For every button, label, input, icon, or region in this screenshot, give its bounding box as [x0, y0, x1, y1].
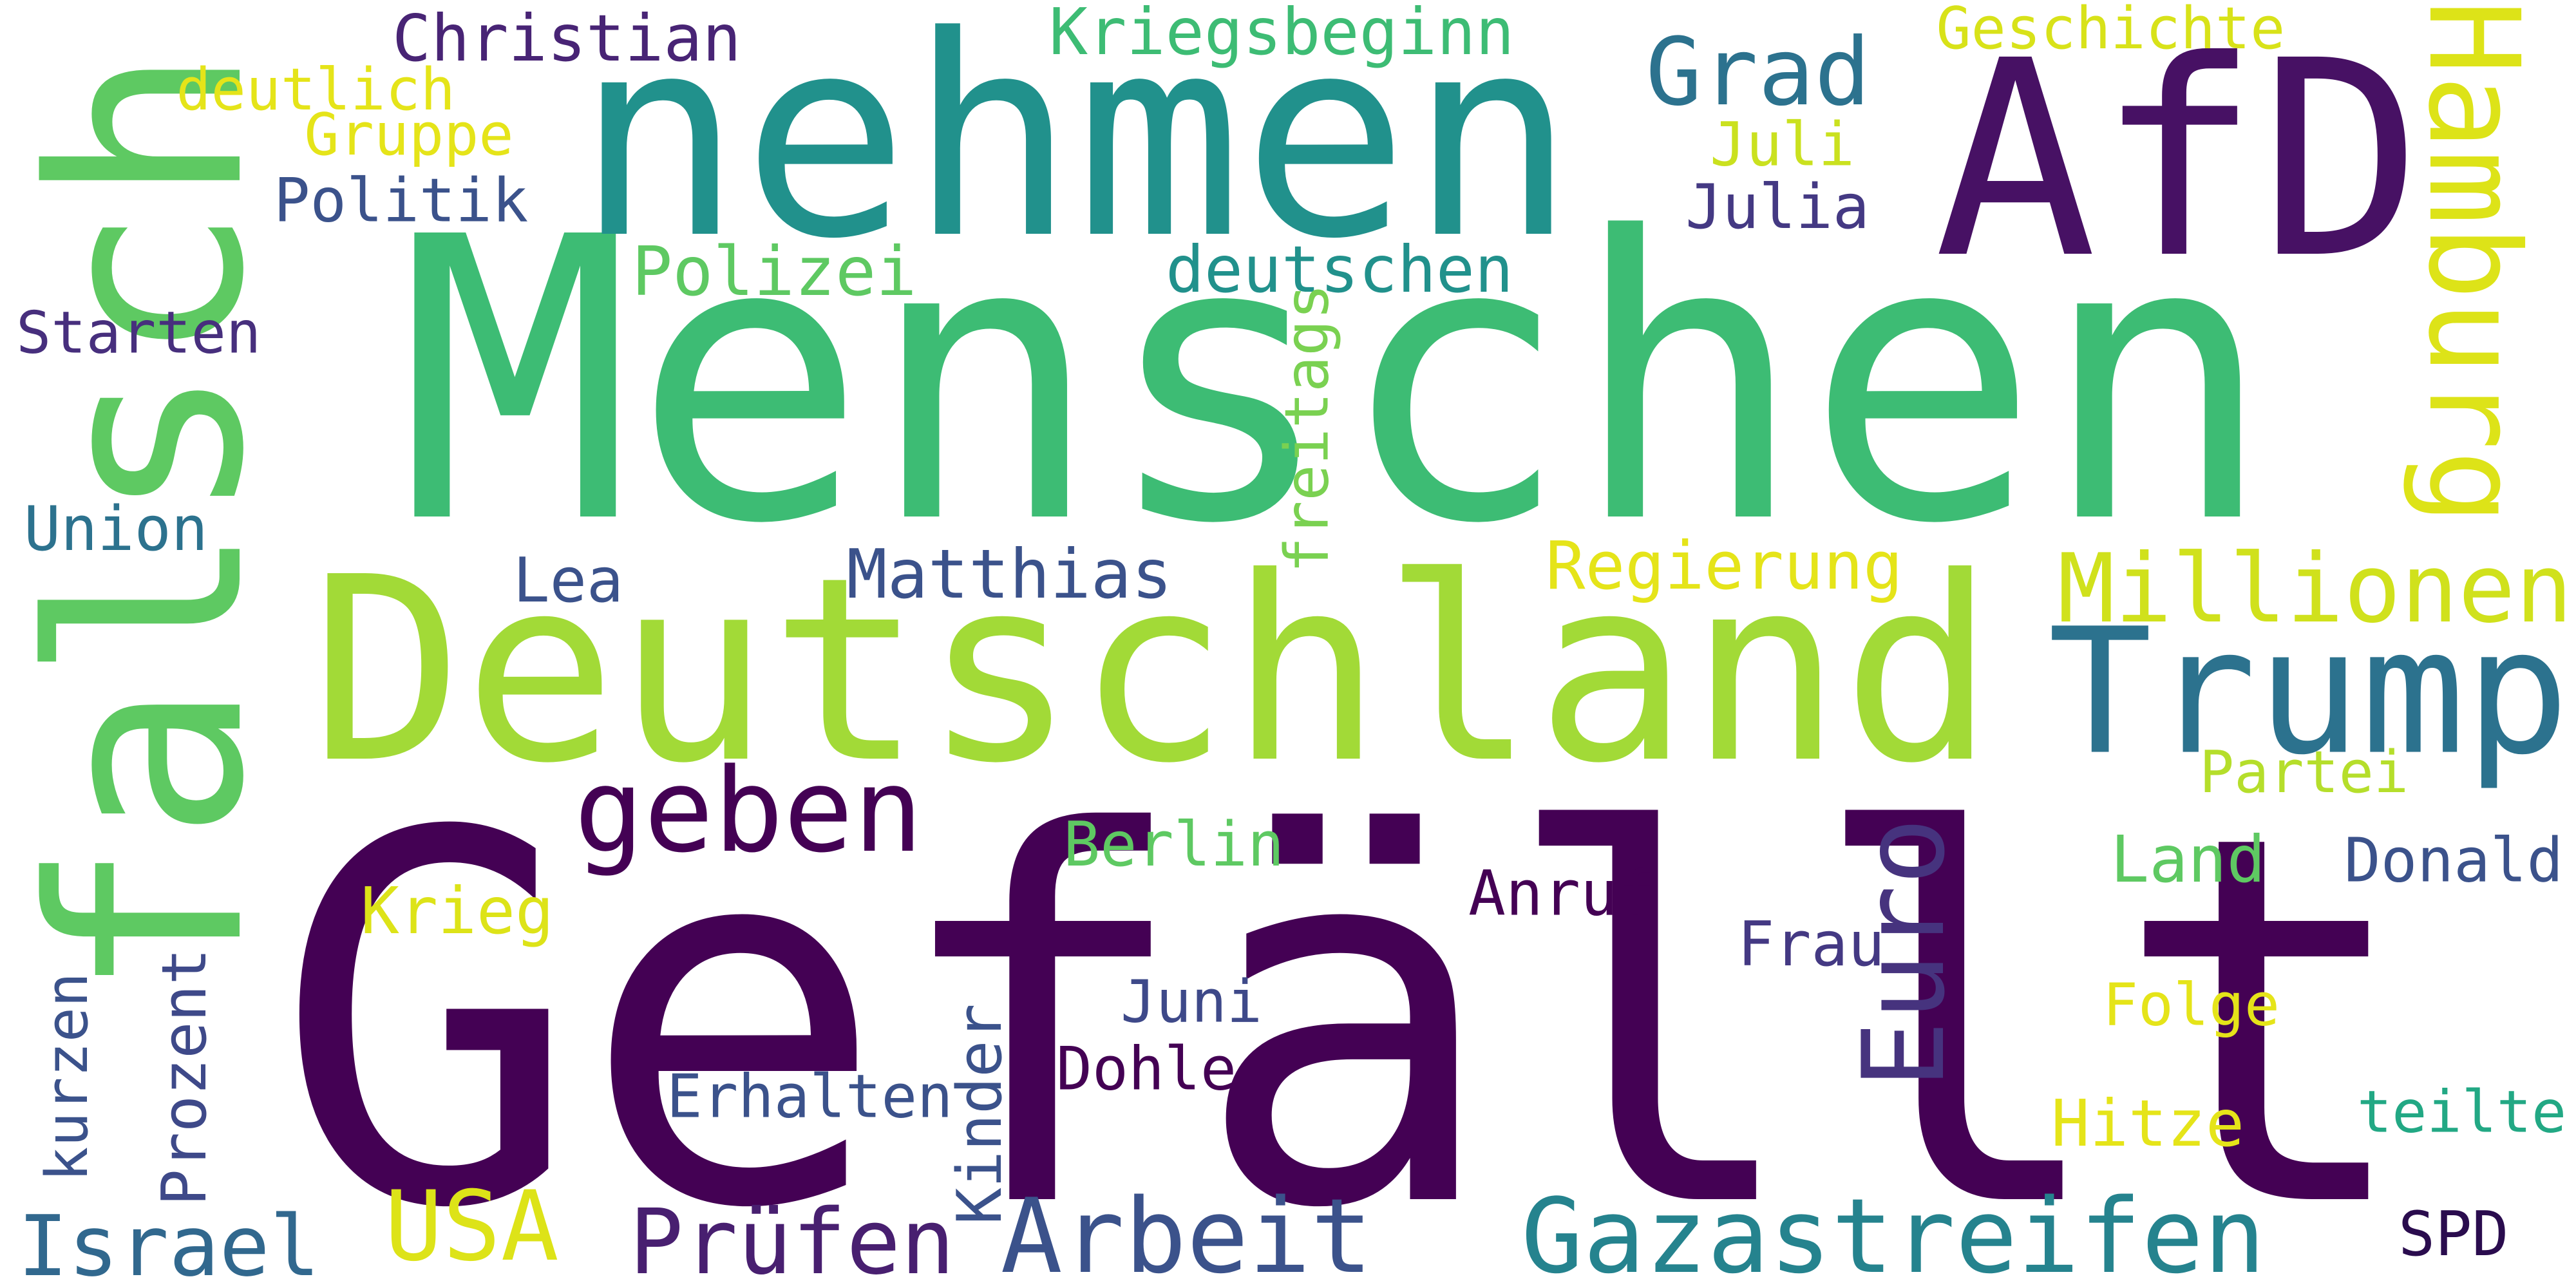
- word-kinder: Kinder: [945, 1003, 1016, 1225]
- word-regierung: Regierung: [1546, 528, 1903, 605]
- word-israel: Israel: [17, 1197, 321, 1288]
- word-folge: Folge: [2103, 970, 2280, 1039]
- word-land: Land: [2110, 822, 2266, 897]
- word-grad: Grad: [1645, 18, 1871, 127]
- word-gruppe: Gruppe: [304, 101, 514, 169]
- word-polizei: Polizei: [632, 232, 917, 311]
- word-millionen: Millionen: [2058, 533, 2573, 644]
- word-teilte: teilte: [2357, 1078, 2567, 1146]
- word-kriegsbeginn: Kriegsbeginn: [1049, 0, 1515, 70]
- word-freitags: freitags: [1272, 283, 1343, 573]
- word-partei: Partei: [2199, 739, 2409, 806]
- word-lea: Lea: [513, 545, 624, 616]
- word-geschichte: Geschichte: [1936, 0, 2286, 62]
- word-krieg: Krieg: [361, 873, 554, 949]
- word-pruefen: Prüfen: [629, 1190, 955, 1288]
- word-afd: AfD: [1934, 3, 2423, 318]
- word-gazastreifen: Gazastreifen: [1521, 1176, 2266, 1288]
- word-dohle: Dohle: [1056, 1034, 1237, 1104]
- word-juni: Juni: [1121, 967, 1262, 1036]
- word-arbeit: Arbeit: [1000, 1176, 1373, 1288]
- word-juli: Juli: [1710, 109, 1855, 180]
- word-spd: SPD: [2398, 1199, 2509, 1270]
- word-anruf: Anruf: [1468, 857, 1655, 930]
- word-berlin: Berlin: [1063, 810, 1285, 880]
- word-matthias: Matthias: [846, 535, 1173, 614]
- word-kurzen: kurzen: [33, 972, 101, 1182]
- word-starten: Starten: [16, 299, 261, 367]
- word-prozent: Prozent: [149, 948, 220, 1206]
- word-hitze: Hitze: [2051, 1086, 2244, 1161]
- word-union: Union: [24, 494, 208, 565]
- word-politik: Politik: [274, 166, 529, 236]
- word-usa: USA: [384, 1171, 559, 1283]
- word-erhalten: Erhalten: [667, 1061, 953, 1132]
- word-hamburg: Hamburg: [2401, 0, 2546, 526]
- word-frau: Frau: [1738, 909, 1885, 980]
- word-cloud: Gefällt Menschen Deutschland nehmen AfD …: [0, 0, 2576, 1288]
- word-geben: geben: [574, 744, 923, 878]
- word-julia: Julia: [1685, 172, 1870, 243]
- word-donald: Donald: [2344, 826, 2564, 896]
